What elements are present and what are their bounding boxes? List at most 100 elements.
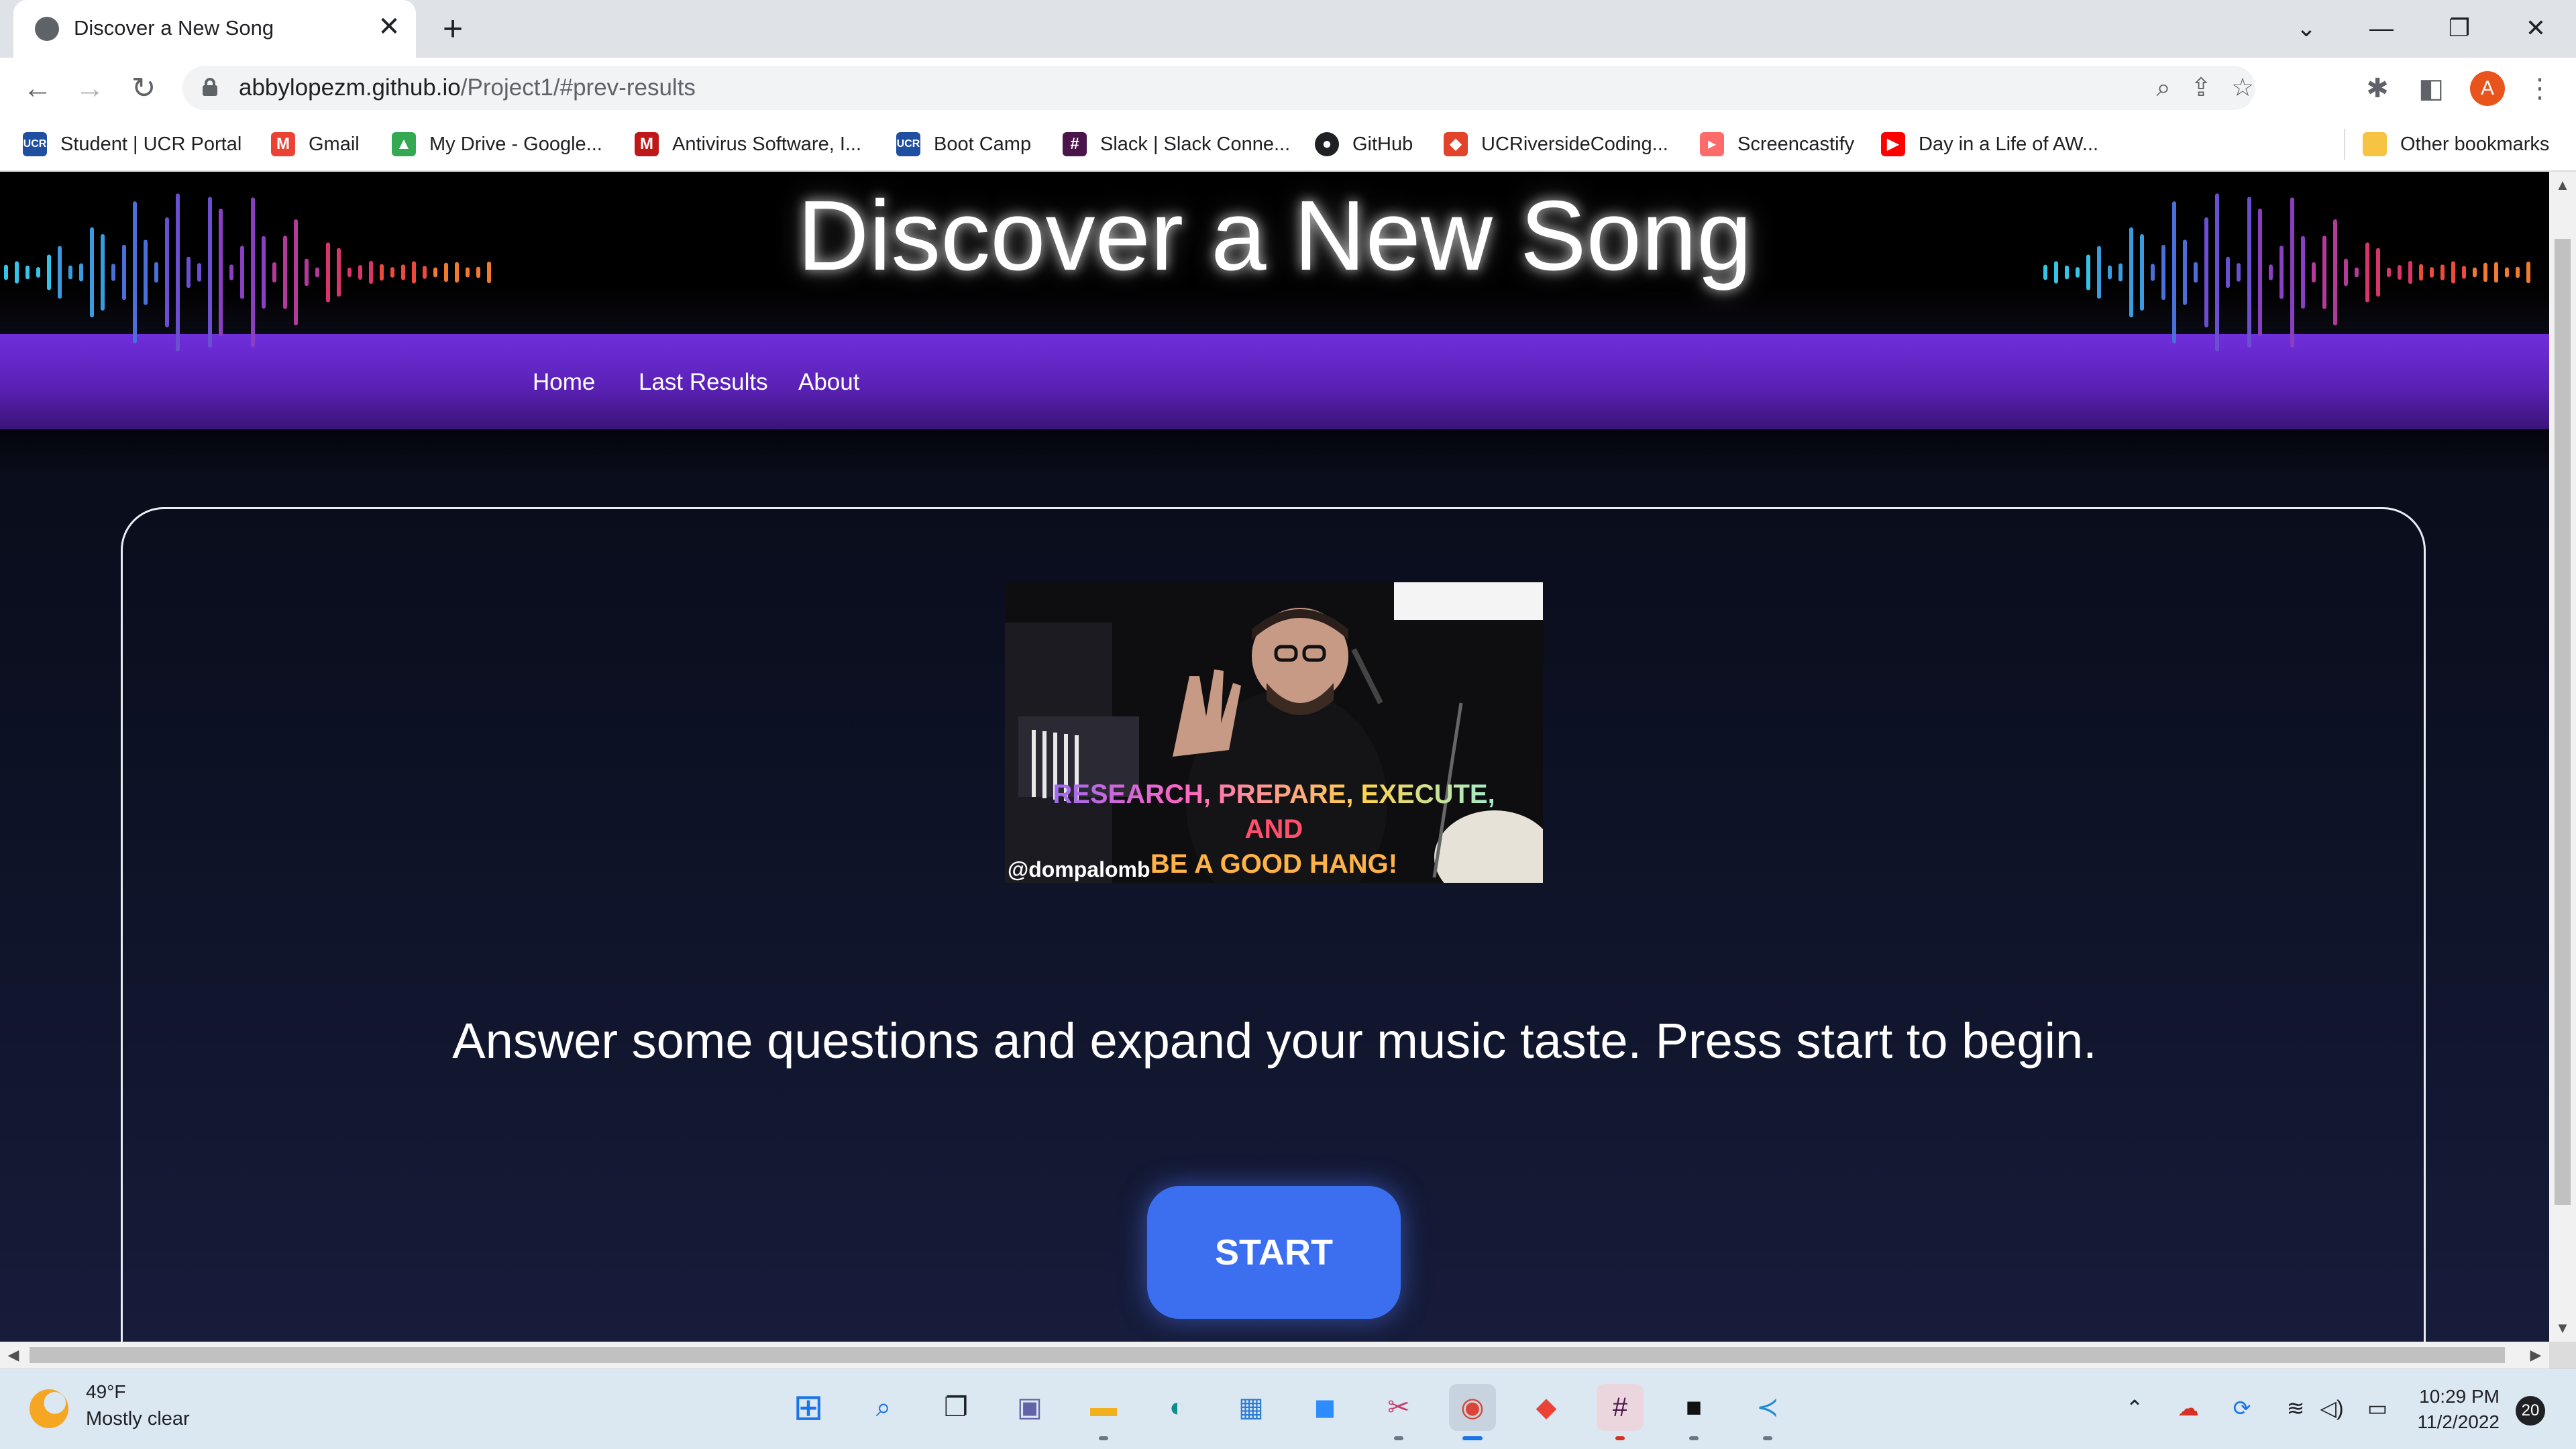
search-icon[interactable]: ⌕ bbox=[860, 1384, 907, 1431]
soundwave-bar bbox=[2108, 265, 2112, 280]
edge-icon[interactable]: ◐ bbox=[1154, 1384, 1201, 1431]
soundwave-bar bbox=[101, 234, 105, 311]
battery-icon[interactable]: ▭ bbox=[2363, 1393, 2392, 1423]
soundwave-bar bbox=[2151, 264, 2155, 281]
bookmark-screencastify[interactable]: ▸ Screencastify bbox=[1700, 127, 1854, 161]
gif-handle: @dompalomb bbox=[1008, 857, 1150, 881]
soundwave-bar bbox=[272, 262, 276, 283]
scroll-down-arrow-icon[interactable]: ▼ bbox=[2549, 1315, 2576, 1342]
soundwave-bar bbox=[455, 262, 459, 283]
soundwave-bar bbox=[2376, 248, 2380, 297]
back-button[interactable]: ← bbox=[17, 68, 58, 109]
weather-description[interactable]: Mostly clear bbox=[86, 1408, 190, 1430]
soundwave-bar bbox=[315, 267, 319, 278]
store-icon[interactable]: ▦ bbox=[1228, 1384, 1275, 1431]
system-clock[interactable]: 10:29 PM 11/2/2022 bbox=[2392, 1384, 2500, 1435]
soundwave-bar bbox=[165, 217, 169, 327]
windows-start-icon[interactable]: ⊞ bbox=[785, 1384, 832, 1431]
weather-moon-icon[interactable] bbox=[30, 1389, 68, 1428]
soundwave-bar bbox=[2440, 264, 2445, 280]
notification-badge[interactable]: 20 bbox=[2516, 1396, 2545, 1426]
bookmark-slack[interactable]: # Slack | Slack Conne... bbox=[1063, 127, 1290, 161]
soundwave-bar bbox=[2451, 261, 2455, 284]
bookmark-gmail[interactable]: M Gmail bbox=[271, 127, 360, 161]
running-indicator bbox=[1394, 1436, 1403, 1440]
bookmark-github[interactable]: ● GitHub bbox=[1315, 127, 1413, 161]
horizontal-scroll-thumb[interactable] bbox=[30, 1347, 2505, 1363]
other-bookmarks[interactable]: ■ Other bookmarks bbox=[2363, 127, 2549, 161]
nav-about[interactable]: About bbox=[798, 368, 859, 397]
horizontal-scrollbar[interactable]: ◀ ▶ bbox=[0, 1342, 2549, 1368]
soundwave-bar bbox=[79, 263, 83, 282]
bookmark-my-drive[interactable]: ▲ My Drive - Google... bbox=[392, 127, 602, 161]
soundwave-bar bbox=[240, 246, 244, 299]
profile-avatar[interactable]: A bbox=[2470, 71, 2505, 106]
tab-title: Discover a New Song bbox=[74, 16, 274, 40]
soundwave-bar bbox=[2398, 265, 2402, 280]
bookmark-youtube[interactable]: ▶ Day in a Life of AW... bbox=[1881, 127, 2098, 161]
clock-date: 11/2/2022 bbox=[2417, 1411, 2500, 1432]
bookmark-boot-camp[interactable]: UCR Boot Camp bbox=[896, 127, 1031, 161]
nav-home[interactable]: Home bbox=[533, 368, 595, 397]
sync-icon[interactable]: ⟳ bbox=[2227, 1393, 2257, 1423]
zoom-app-icon[interactable]: ◼ bbox=[1301, 1384, 1348, 1431]
scroll-left-arrow-icon[interactable]: ◀ bbox=[0, 1342, 27, 1368]
soundwave-bar bbox=[111, 264, 115, 281]
soundwave-bar bbox=[122, 244, 126, 301]
vertical-scroll-thumb[interactable] bbox=[2555, 239, 2571, 1205]
extensions-icon[interactable]: ✱ bbox=[2357, 68, 2398, 109]
wifi-icon[interactable]: ≋ bbox=[2281, 1393, 2310, 1423]
close-tab-icon[interactable]: ✕ bbox=[374, 12, 404, 42]
reload-button[interactable]: ↻ bbox=[123, 68, 164, 109]
file-explorer-icon[interactable]: ▬ bbox=[1080, 1384, 1127, 1431]
browser-tab[interactable]: Discover a New Song ✕ bbox=[13, 0, 416, 58]
start-button[interactable]: START bbox=[1147, 1186, 1401, 1319]
soundwave-bar bbox=[444, 262, 448, 282]
nav-last-results[interactable]: Last Results bbox=[639, 368, 768, 397]
tray-overflow-chevron-icon[interactable]: ⌃ bbox=[2120, 1393, 2149, 1423]
tab-search-chevron-icon[interactable]: ⌄ bbox=[2279, 8, 2333, 48]
bookmark-star-icon[interactable]: ☆ bbox=[2227, 72, 2258, 103]
scroll-right-arrow-icon[interactable]: ▶ bbox=[2522, 1342, 2549, 1368]
os-taskbar: 49°F Mostly clear ⊞ ⌕ ❐ ▣ ▬ ◐ ▦ ◼ ✂ ◉ ◆ … bbox=[0, 1368, 2576, 1449]
restore-button[interactable]: ❐ bbox=[2432, 8, 2486, 48]
soundwave-bar bbox=[294, 219, 298, 326]
new-tab-button[interactable]: + bbox=[435, 11, 471, 48]
address-bar[interactable]: abbylopezm.github.io/Project1/#prev-resu… bbox=[182, 66, 2255, 110]
soundwave-bar bbox=[15, 261, 19, 284]
task-view-icon[interactable]: ❐ bbox=[932, 1384, 979, 1431]
soundwave-bar bbox=[412, 261, 416, 284]
soundwave-bar bbox=[2118, 263, 2123, 282]
vertical-scrollbar[interactable]: ▲ ▼ bbox=[2549, 172, 2576, 1342]
navbar-shadow bbox=[0, 429, 2549, 476]
onedrive-error-icon[interactable]: ☁ bbox=[2174, 1393, 2203, 1423]
minimize-button[interactable]: — bbox=[2355, 8, 2408, 48]
soundwave-bar bbox=[47, 254, 51, 290]
soundwave-bar bbox=[90, 227, 94, 318]
menu-icon[interactable]: ⋮ bbox=[2520, 68, 2560, 109]
teams-chat-icon[interactable]: ▣ bbox=[1006, 1384, 1053, 1431]
zoom-icon[interactable]: ⌕ bbox=[2148, 72, 2179, 103]
weather-temperature[interactable]: 49°F bbox=[86, 1381, 125, 1403]
slack-app-icon[interactable]: # bbox=[1597, 1384, 1644, 1431]
soundwave-bar bbox=[4, 264, 8, 280]
url-text[interactable]: abbylopezm.github.io/Project1/#prev-resu… bbox=[239, 74, 696, 101]
close-window-button[interactable]: ✕ bbox=[2509, 8, 2563, 48]
terminal-icon[interactable]: ■ bbox=[1670, 1384, 1717, 1431]
vscode-icon[interactable]: ≺ bbox=[1744, 1384, 1791, 1431]
running-indicator bbox=[1763, 1436, 1772, 1440]
snipping-tool-icon[interactable]: ✂ bbox=[1375, 1384, 1422, 1431]
share-icon[interactable]: ⇪ bbox=[2186, 72, 2216, 103]
scroll-up-arrow-icon[interactable]: ▲ bbox=[2549, 172, 2576, 199]
bookmark-antivirus[interactable]: M Antivirus Software, I... bbox=[635, 127, 861, 161]
volume-icon[interactable]: ◁) bbox=[2317, 1393, 2347, 1423]
side-panel-icon[interactable]: ◧ bbox=[2411, 68, 2451, 109]
soundwave-bar bbox=[2365, 242, 2369, 303]
bookmark-ucr-portal[interactable]: UCR Student | UCR Portal bbox=[23, 127, 241, 161]
chrome-icon[interactable]: ◉ bbox=[1449, 1384, 1496, 1431]
bookmark-gitlab[interactable]: ◆ UCRiversideCoding... bbox=[1444, 127, 1668, 161]
forward-button[interactable]: → bbox=[70, 68, 110, 109]
soundwave-bar bbox=[337, 248, 341, 297]
gitkraken-icon[interactable]: ◆ bbox=[1523, 1384, 1570, 1431]
soundwave-bar bbox=[401, 264, 405, 280]
